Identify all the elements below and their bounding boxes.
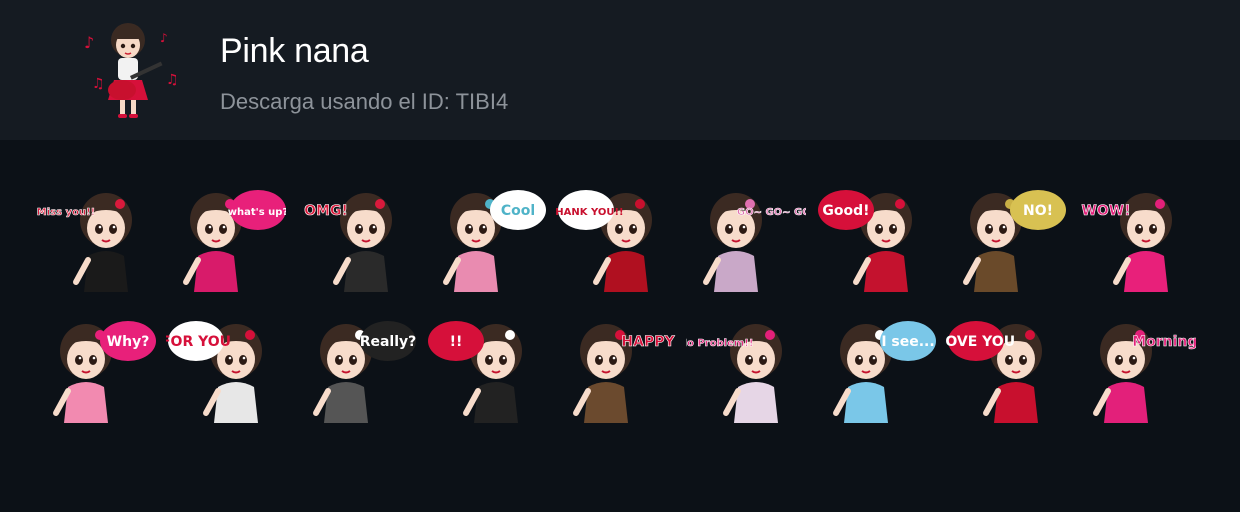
sticker-art: FOR YOU [166,321,262,423]
sticker-item[interactable]: Cool [426,184,546,292]
sticker-text: HAPPY [621,334,675,350]
sticker-art: WOW! [1081,193,1172,292]
sticker-text: Good! [822,203,869,219]
sticker-art: Cool [443,190,546,292]
sticker-item[interactable]: Morning! [1076,315,1196,423]
sticker-grid: Miss you!! what's up? OMG! Cool THANK YOU!! G… [0,140,1240,512]
sticker-item[interactable]: FOR YOU [166,315,286,423]
sticker-art: LOVE YOU [946,321,1042,423]
svg-text:♪: ♪ [84,33,94,52]
sticker-text: Cool [501,203,535,219]
sticker-text: Really? [360,334,416,350]
svg-text:♫: ♫ [166,72,179,88]
sticker-art: HAPPY [573,324,676,423]
sticker-text: Morning! [1132,334,1196,350]
sticker-art: Good! [818,190,912,292]
pack-header: ♪ ♫ ♪ ♫ Pink nana Descarga usando el ID:… [0,0,1240,140]
sticker-art: GO~ GO~ GO~ [703,193,806,292]
sticker-art: Really? [313,321,416,423]
sticker-item[interactable]: I see... [816,315,936,423]
sticker-art: Morning! [1093,324,1196,423]
sticker-item[interactable]: !! [426,315,546,423]
sticker-art: NO! [963,190,1066,292]
sticker-item[interactable]: HAPPY [556,315,676,423]
pack-download-id: Descarga usando el ID: TIBI4 [220,89,509,114]
sticker-art: Miss you!! [36,193,132,292]
sticker-text: !! [450,334,463,350]
sticker-item[interactable]: WOW! [1076,184,1196,292]
sticker-text: No Problem!! [686,338,753,349]
sticker-item[interactable]: No Problem!! [686,315,806,423]
sticker-text: WOW! [1081,203,1130,219]
sticker-art: I see... [833,321,936,423]
sticker-item[interactable]: Why? [36,315,156,423]
sticker-text: OMG! [304,203,348,219]
sticker-text: Why? [107,334,150,350]
pack-icon-image: ♪ ♫ ♪ ♫ [78,18,184,124]
sticker-text: LOVE YOU [946,334,1015,350]
sticker-text: THANK YOU!! [556,207,624,218]
sticker-art: No Problem!! [686,324,782,423]
sticker-art: !! [428,321,522,423]
sticker-text: Miss you!! [37,207,95,218]
sticker-item[interactable]: Miss you!! [36,184,156,292]
sticker-text: what's up? [228,207,286,218]
sticker-item[interactable]: GO~ GO~ GO~ [686,184,806,292]
sticker-art: what's up? [183,190,286,292]
sticker-art: OMG! [304,193,392,292]
sticker-item[interactable]: what's up? [166,184,286,292]
sticker-text: FOR YOU [166,334,231,350]
sticker-art: THANK YOU!! [556,190,652,292]
sticker-text: GO~ GO~ GO~ [737,207,806,218]
sticker-text: NO! [1023,203,1053,219]
svg-text:♫: ♫ [92,76,105,92]
sticker-text: I see... [881,334,934,350]
sticker-art: Why? [53,321,156,423]
pack-title: Pink nana [220,32,369,70]
svg-text:♪: ♪ [160,31,168,45]
sticker-item[interactable]: OMG! [296,184,416,292]
sticker-item[interactable]: Really? [296,315,416,423]
sticker-item[interactable]: Good! [816,184,936,292]
sticker-item[interactable]: NO! [946,184,1066,292]
sticker-item[interactable]: LOVE YOU [946,315,1066,423]
sticker-item[interactable]: THANK YOU!! [556,184,676,292]
